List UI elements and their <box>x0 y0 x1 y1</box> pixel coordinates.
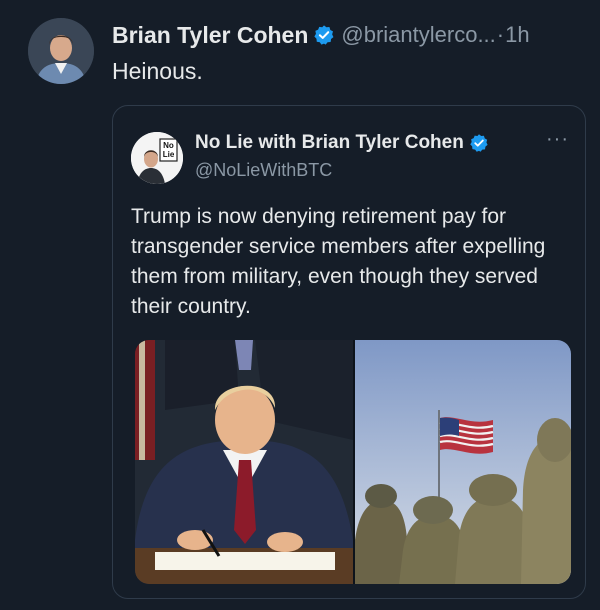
quoted-author-handle[interactable]: @NoLieWithBTC <box>195 160 332 181</box>
photo-soldiers-flag[interactable] <box>355 340 571 584</box>
quoted-author-name[interactable]: No Lie with Brian Tyler Cohen <box>195 132 464 154</box>
quoted-post-text: Trump is now denying retirement pay for … <box>131 205 546 318</box>
author-handle[interactable]: @briantylerco... <box>341 22 495 48</box>
verified-badge-icon <box>469 133 489 153</box>
author-avatar[interactable] <box>28 18 94 84</box>
more-options-icon[interactable]: ··· <box>546 128 569 151</box>
quoted-author-avatar[interactable]: No Lie <box>131 132 183 184</box>
quoted-author-row: No Lie with Brian Tyler Cohen <box>195 132 489 154</box>
quoted-post-card[interactable]: No Lie No Lie with Brian Tyler Cohen @No… <box>112 105 586 599</box>
author-name[interactable]: Brian Tyler Cohen <box>112 22 308 49</box>
post-timestamp[interactable]: 1h <box>505 22 529 48</box>
verified-badge-icon <box>313 24 335 46</box>
photo-signing-document[interactable] <box>135 340 353 584</box>
post-text: Heinous. <box>112 58 203 84</box>
separator-dot: · <box>496 22 505 47</box>
svg-text:Lie: Lie <box>163 150 175 159</box>
no-lie-logo-text: No <box>163 141 174 150</box>
post: Brian Tyler Cohen @briantylerco... · 1h … <box>0 0 600 610</box>
quoted-post-media[interactable] <box>135 340 571 584</box>
post-header: Brian Tyler Cohen @briantylerco... · 1h <box>112 20 590 50</box>
